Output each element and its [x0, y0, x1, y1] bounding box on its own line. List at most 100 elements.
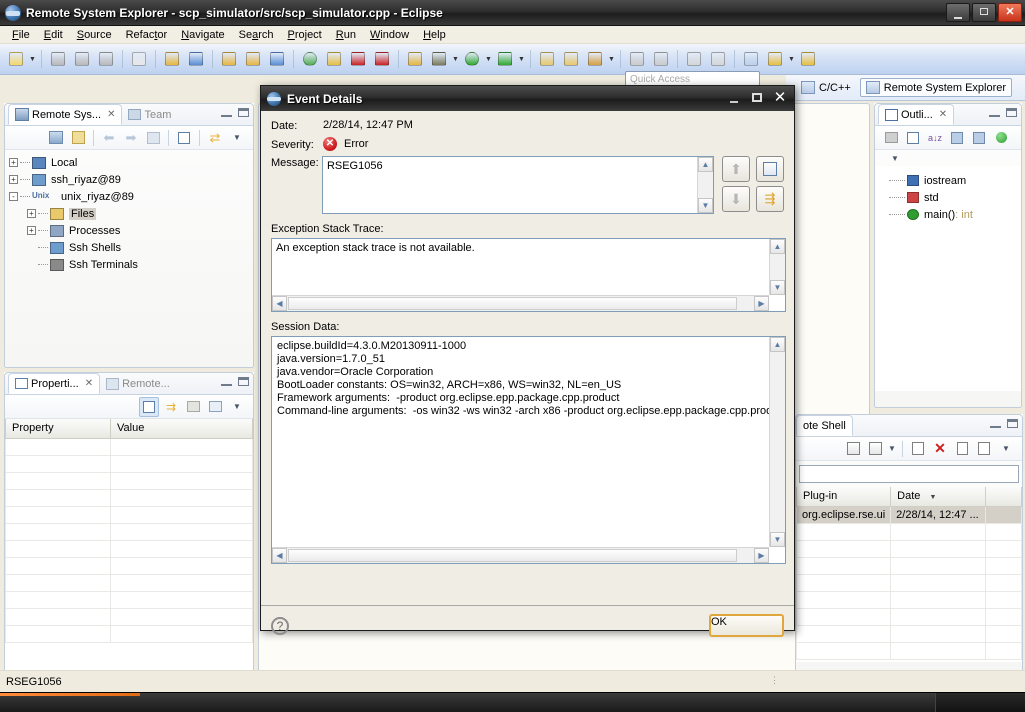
outline-item-main-[interactable]: main(): int [875, 206, 1021, 223]
outline-tree[interactable]: iostreamstdmain(): int [875, 166, 1021, 391]
tree-item-ssh-riyaz-89[interactable]: +ssh_riyaz@89 [9, 171, 253, 188]
chevron-down-icon[interactable]: ▼ [891, 154, 899, 163]
tab-remote-shell[interactable]: ote Shell [796, 415, 853, 436]
tab-properties[interactable]: Properti... ✕ [8, 373, 100, 394]
link-editor-icon[interactable]: ⇄ [205, 128, 225, 148]
prev-nav-button[interactable] [764, 48, 786, 70]
hide-static-icon[interactable] [969, 128, 989, 148]
maximize-view-button[interactable] [1006, 108, 1017, 117]
tree-item-unix-riyaz-89[interactable]: -Unixunix_riyaz@89 [9, 188, 253, 205]
table-row[interactable] [797, 574, 1022, 591]
delete-log-icon[interactable] [908, 439, 928, 459]
sort-az-icon[interactable]: a↓z [925, 128, 945, 148]
clean-button[interactable] [650, 48, 672, 70]
remote-systems-tree[interactable]: +Local+ssh_riyaz@89-Unixunix_riyaz@89+Fi… [5, 150, 253, 273]
back-arrow-icon[interactable]: ⬅ [99, 128, 119, 148]
previous-annotation-button[interactable] [185, 48, 207, 70]
scroll-up-arrow-icon[interactable]: ▲ [698, 157, 713, 172]
perspective-tab-cpp[interactable]: C/C++ [796, 79, 856, 96]
collapse-all-icon[interactable] [903, 128, 923, 148]
hide-nonpublic-icon[interactable] [991, 128, 1011, 148]
outline-item-std[interactable]: std [875, 189, 1021, 206]
external-tools-button-dropdown-arrow[interactable]: ▼ [517, 49, 526, 69]
chevron-down-icon[interactable]: ▼ [227, 128, 247, 148]
table-row[interactable] [797, 642, 1022, 659]
help-button[interactable]: ? [271, 617, 289, 635]
maximize-view-button[interactable] [238, 377, 249, 386]
scroll-left-arrow-icon[interactable]: ◀ [272, 296, 287, 311]
message-textbox[interactable]: RSEG1056 ▲ ▼ [322, 156, 714, 214]
scroll-down-arrow-icon[interactable]: ▼ [770, 532, 785, 547]
table-row[interactable] [6, 625, 253, 642]
restore-default-icon[interactable] [183, 397, 203, 417]
dialog-maximize-button[interactable] [747, 88, 767, 107]
print-button[interactable] [95, 48, 117, 70]
column-date[interactable]: Date ▼ [891, 487, 986, 506]
table-row[interactable] [6, 591, 253, 608]
next-event-button[interactable]: ⬇ [722, 186, 750, 212]
pin-icon[interactable] [205, 397, 225, 417]
disconnect-button[interactable] [371, 48, 393, 70]
session-data-vertical-scrollbar[interactable]: ▲ ▼ [769, 337, 785, 547]
table-row[interactable] [6, 574, 253, 591]
table-row[interactable] [6, 608, 253, 625]
next-nav-button[interactable] [797, 48, 819, 70]
tab-remote-search[interactable]: Remote... [100, 373, 176, 394]
run-button[interactable] [461, 48, 483, 70]
stack-trace-textbox[interactable]: An exception stack trace is not availabl… [271, 238, 786, 312]
tab-team[interactable]: Team [122, 104, 177, 125]
hide-fields-icon[interactable] [947, 128, 967, 148]
back-history-button[interactable] [242, 48, 264, 70]
collapse-icon[interactable]: - [9, 192, 18, 201]
outline-item-iostream[interactable]: iostream [875, 172, 1021, 189]
forward-history-button[interactable] [266, 48, 288, 70]
back-nav-button[interactable] [740, 48, 762, 70]
chevron-down-icon-menu[interactable]: ▼ [996, 439, 1016, 459]
maximize-view-button[interactable] [1007, 419, 1018, 428]
tree-item-ssh-shells[interactable]: Ssh Shells [9, 239, 253, 256]
menu-window[interactable]: Window [363, 28, 416, 42]
table-row[interactable] [6, 455, 253, 472]
table-row[interactable] [6, 557, 253, 574]
menu-run[interactable]: Run [329, 28, 363, 42]
stack-trace-vertical-scrollbar[interactable]: ▲ ▼ [769, 239, 785, 295]
scroll-thumb[interactable] [288, 549, 737, 562]
maximize-view-button[interactable] [238, 108, 249, 117]
table-row[interactable] [797, 591, 1022, 608]
last-edit-location-button[interactable] [218, 48, 240, 70]
dialog-minimize-button[interactable] [724, 88, 744, 107]
debug-button[interactable] [428, 48, 450, 70]
column-property[interactable]: Property [6, 419, 111, 438]
refresh-icon[interactable] [68, 128, 88, 148]
table-row[interactable] [6, 472, 253, 489]
menu-file[interactable]: File [5, 28, 37, 42]
minimize-view-button[interactable] [221, 377, 232, 386]
external-tools-button[interactable] [494, 48, 516, 70]
tab-outline[interactable]: Outli... ✕ [878, 104, 954, 125]
debug-button-dropdown-arrow[interactable]: ▼ [451, 49, 460, 69]
scroll-thumb[interactable] [288, 297, 737, 310]
tab-remote-systems[interactable]: Remote Sys... ✕ [8, 104, 122, 125]
close-icon[interactable]: ✕ [939, 109, 947, 120]
close-icon[interactable]: ✕ [85, 378, 93, 389]
table-row[interactable] [6, 540, 253, 557]
export-log-icon[interactable] [843, 439, 863, 459]
session-data-horizontal-scrollbar[interactable]: ◀ ▶ [272, 547, 769, 563]
step-into-button[interactable] [404, 48, 426, 70]
advanced-icon[interactable]: ⇉ [161, 397, 181, 417]
table-row[interactable] [797, 557, 1022, 574]
menu-source[interactable]: Source [70, 28, 119, 42]
close-icon[interactable]: ✕ [107, 109, 115, 120]
window-minimize-button[interactable] [946, 3, 970, 22]
column-plugin[interactable]: Plug-in [797, 487, 891, 506]
scroll-right-arrow-icon[interactable]: ▶ [754, 548, 769, 563]
statusbar-resize-grip[interactable]: ⋮ [770, 675, 779, 686]
menu-help[interactable]: Help [416, 28, 453, 42]
group-includes-icon[interactable] [881, 128, 901, 148]
message-vertical-scrollbar[interactable]: ▲ ▼ [697, 157, 713, 213]
stack-trace-horizontal-scrollbar[interactable]: ◀ ▶ [272, 295, 769, 311]
menu-project[interactable]: Project [281, 28, 329, 42]
open-log-icon[interactable] [952, 439, 972, 459]
open-type-button[interactable] [683, 48, 705, 70]
properties-table[interactable]: Property Value [5, 419, 253, 643]
